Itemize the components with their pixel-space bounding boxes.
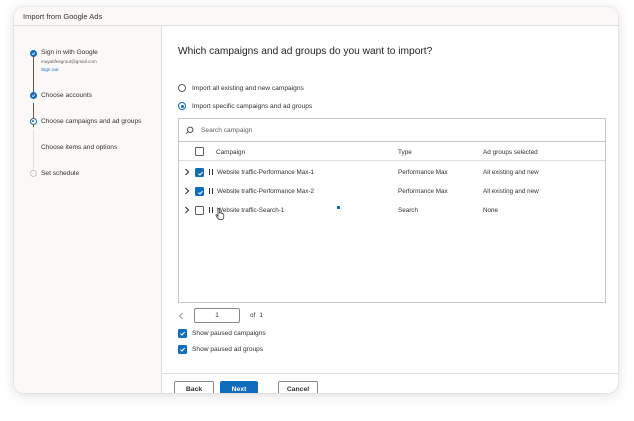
radio-button-selected[interactable] bbox=[178, 102, 186, 110]
window-title: Import from Google Ads bbox=[14, 7, 618, 26]
table-header: Campaign Type Ad groups selected bbox=[179, 143, 605, 161]
ad-groups-selected[interactable]: All existing and new bbox=[483, 188, 539, 195]
chevron-right-icon[interactable] bbox=[184, 168, 190, 176]
pagination: 1 of 1 bbox=[178, 308, 263, 323]
current-step-icon bbox=[30, 118, 37, 125]
pending-step-icon bbox=[30, 170, 37, 177]
sign-out-link[interactable]: Sign out bbox=[41, 68, 59, 73]
campaign-name: Website traffic-Search-1 bbox=[217, 207, 285, 214]
checkbox[interactable] bbox=[178, 345, 187, 354]
step-choose-campaigns[interactable]: Choose campaigns and ad groups bbox=[41, 118, 141, 125]
show-paused-ad-groups-checkbox[interactable]: Show paused ad groups bbox=[178, 345, 263, 354]
page-title: Which campaigns and ad groups do you wan… bbox=[178, 46, 433, 57]
column-type[interactable]: Type bbox=[398, 149, 412, 156]
account-email: mayatifesgrout@gmail.com bbox=[41, 59, 97, 64]
check-icon bbox=[30, 50, 37, 57]
option-label: Import all existing and new campaigns bbox=[192, 84, 304, 92]
checkbox[interactable] bbox=[178, 329, 187, 338]
row-checkbox[interactable] bbox=[195, 168, 204, 177]
chevron-left-icon[interactable] bbox=[178, 312, 184, 320]
chevron-right-icon[interactable] bbox=[184, 187, 190, 195]
checkbox-label: Show paused ad groups bbox=[192, 346, 264, 353]
option-import-specific[interactable]: Import specific campaigns and ad groups bbox=[178, 102, 312, 110]
check-icon bbox=[30, 92, 37, 99]
campaign-name: Website traffic-Performance Max-2 bbox=[217, 188, 315, 195]
ad-groups-selected[interactable]: All existing and new bbox=[483, 169, 539, 176]
row-checkbox[interactable] bbox=[195, 187, 204, 196]
campaign-table: Campaign Type Ad groups selected Website… bbox=[178, 118, 606, 303]
wizard-sidebar: Sign in with Google mayatifesgrout@gmail… bbox=[14, 26, 162, 393]
main-content: Which campaigns and ad groups do you wan… bbox=[162, 26, 618, 393]
page-total: 1 bbox=[259, 312, 263, 319]
step-choose-items[interactable]: Choose items and options bbox=[41, 144, 117, 151]
back-button[interactable]: Back bbox=[174, 381, 214, 393]
ad-groups-selected[interactable]: None bbox=[483, 207, 498, 214]
step-choose-accounts[interactable]: Choose accounts bbox=[41, 92, 92, 99]
campaign-name: Website traffic-Performance Max-1 bbox=[217, 169, 315, 176]
dialog-footer: Back Next Cancel bbox=[162, 373, 618, 393]
search-input[interactable] bbox=[201, 126, 581, 134]
table-row[interactable]: Website traffic-Performance Max-2 Perfor… bbox=[179, 182, 605, 201]
search-bar[interactable] bbox=[179, 119, 605, 142]
paused-icon bbox=[209, 207, 213, 213]
checkbox-label: Show paused campaigns bbox=[192, 330, 266, 337]
campaign-type: Search bbox=[398, 207, 418, 214]
progress-line bbox=[33, 54, 35, 96]
focus-marker bbox=[337, 206, 340, 209]
paused-icon bbox=[209, 188, 213, 194]
option-label: Import specific campaigns and ad groups bbox=[192, 102, 313, 110]
column-ad-groups[interactable]: Ad groups selected bbox=[483, 149, 538, 156]
page-number-input[interactable]: 1 bbox=[194, 308, 240, 323]
radio-button[interactable] bbox=[178, 84, 186, 92]
column-campaign[interactable]: Campaign bbox=[216, 149, 245, 156]
cancel-button[interactable]: Cancel bbox=[278, 381, 318, 393]
chevron-right-icon[interactable] bbox=[184, 206, 190, 214]
table-row[interactable]: Website traffic-Search-1 Search None bbox=[179, 201, 605, 220]
page-of-label: of bbox=[250, 312, 256, 319]
row-checkbox[interactable] bbox=[195, 206, 204, 215]
paused-icon bbox=[209, 169, 213, 175]
step-sign-in[interactable]: Sign in with Google bbox=[41, 49, 98, 56]
campaign-type: Performance Max bbox=[398, 169, 448, 176]
show-paused-campaigns-checkbox[interactable]: Show paused campaigns bbox=[178, 329, 266, 338]
search-icon bbox=[185, 126, 194, 134]
progress-line-pending bbox=[33, 129, 35, 175]
table-row[interactable]: Website traffic-Performance Max-1 Perfor… bbox=[179, 163, 605, 182]
option-import-all[interactable]: Import all existing and new campaigns bbox=[178, 84, 304, 92]
step-set-schedule[interactable]: Set schedule bbox=[41, 170, 79, 177]
campaign-type: Performance Max bbox=[398, 188, 448, 195]
hand-cursor-icon bbox=[215, 208, 225, 220]
select-all-checkbox[interactable] bbox=[195, 147, 204, 156]
import-dialog: Import from Google Ads Sign in with Goog… bbox=[14, 7, 618, 393]
next-button[interactable]: Next bbox=[220, 381, 258, 393]
